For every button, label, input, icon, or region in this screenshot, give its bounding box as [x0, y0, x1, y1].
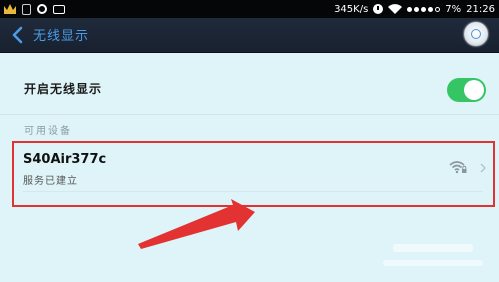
wireless-display-toggle-row[interactable]: 开启无线显示 [0, 62, 499, 114]
status-bar-right: 345K/s 7% 21:26 [334, 2, 495, 16]
switch-knob [464, 80, 484, 100]
network-speed: 345K/s [334, 3, 369, 15]
ring-icon [37, 4, 47, 14]
settings-circle-icon[interactable] [464, 22, 488, 46]
signal-dots-icon [407, 6, 441, 12]
status-bar-left-icons [4, 2, 65, 16]
wireless-display-switch[interactable] [447, 78, 486, 102]
section-label: 可用设备 [24, 126, 72, 137]
app-header: 无线显示 [0, 18, 499, 53]
lock-icon [22, 3, 31, 15]
annotation-highlight-box [12, 141, 495, 207]
watermark-logo [383, 244, 483, 266]
battery-level: 7% [445, 3, 462, 15]
status-bar: 345K/s 7% 21:26 [0, 0, 499, 18]
clock-icon [373, 4, 384, 14]
box-icon [53, 4, 65, 14]
available-devices-section: 可用设备 [0, 114, 499, 143]
crown-icon [4, 4, 16, 14]
back-chevron-icon[interactable] [10, 26, 24, 44]
toggle-label: 开启无线显示 [24, 82, 103, 96]
clock-time: 21:26 [466, 3, 495, 15]
page-title: 无线显示 [33, 29, 90, 44]
wifi-icon [388, 4, 403, 14]
